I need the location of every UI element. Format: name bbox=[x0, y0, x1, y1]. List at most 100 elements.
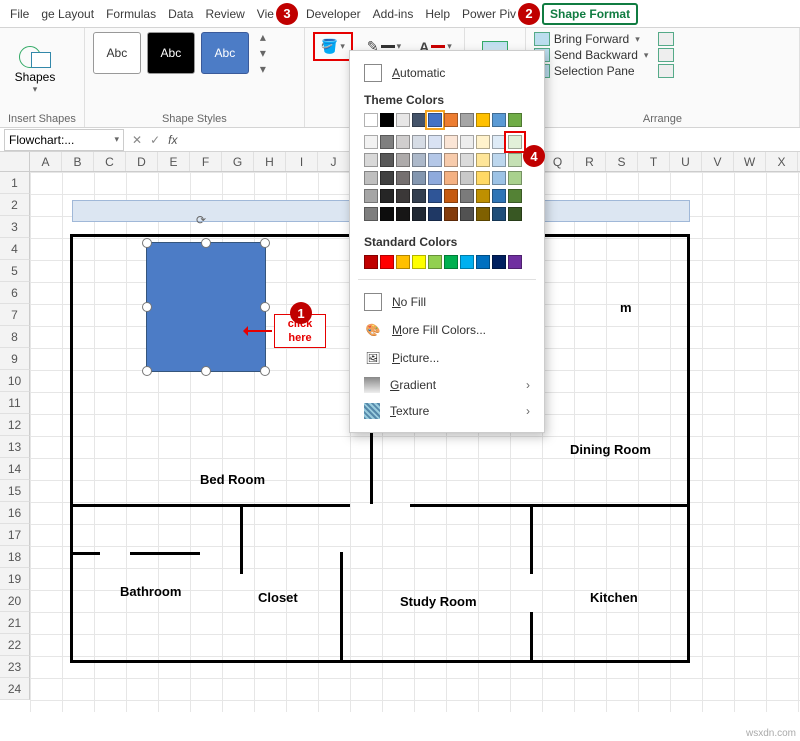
color-swatch[interactable] bbox=[364, 135, 378, 149]
column-header[interactable]: B bbox=[62, 152, 94, 171]
color-swatch[interactable] bbox=[460, 189, 474, 203]
color-swatch[interactable] bbox=[476, 255, 490, 269]
color-swatch[interactable] bbox=[364, 113, 378, 127]
color-swatch[interactable] bbox=[444, 189, 458, 203]
row-header[interactable]: 4 bbox=[0, 238, 30, 260]
color-swatch[interactable] bbox=[460, 207, 474, 221]
bring-forward-button[interactable]: Bring Forward▾ bbox=[534, 32, 649, 46]
color-swatch[interactable] bbox=[364, 171, 378, 185]
row-header[interactable]: 1 bbox=[0, 172, 30, 194]
select-all-corner[interactable] bbox=[0, 152, 30, 171]
column-header[interactable]: E bbox=[158, 152, 190, 171]
row-header[interactable]: 8 bbox=[0, 326, 30, 348]
color-swatch[interactable] bbox=[492, 189, 506, 203]
color-swatch[interactable] bbox=[444, 135, 458, 149]
column-header[interactable]: S bbox=[606, 152, 638, 171]
row-header[interactable]: 9 bbox=[0, 348, 30, 370]
row-header[interactable]: 7 bbox=[0, 304, 30, 326]
color-swatch[interactable] bbox=[396, 171, 410, 185]
color-swatch[interactable] bbox=[508, 189, 522, 203]
color-swatch[interactable] bbox=[492, 207, 506, 221]
color-swatch[interactable] bbox=[460, 113, 474, 127]
tab-view[interactable]: Vie bbox=[251, 3, 274, 25]
color-swatch[interactable] bbox=[508, 207, 522, 221]
texture-fill[interactable]: Texture › bbox=[350, 398, 544, 424]
color-swatch[interactable] bbox=[412, 207, 426, 221]
color-swatch[interactable] bbox=[476, 135, 490, 149]
color-swatch[interactable] bbox=[428, 135, 442, 149]
column-header[interactable]: T bbox=[638, 152, 670, 171]
color-swatch[interactable] bbox=[380, 189, 394, 203]
tab-shape-format[interactable]: Shape Format bbox=[542, 3, 638, 25]
color-swatch[interactable] bbox=[364, 207, 378, 221]
color-swatch[interactable] bbox=[380, 207, 394, 221]
color-swatch[interactable] bbox=[428, 113, 442, 127]
color-swatch[interactable] bbox=[412, 113, 426, 127]
row-header[interactable]: 5 bbox=[0, 260, 30, 282]
tab-developer[interactable]: Developer bbox=[300, 3, 367, 25]
color-swatch[interactable] bbox=[508, 113, 522, 127]
color-swatch[interactable] bbox=[460, 255, 474, 269]
color-swatch[interactable] bbox=[444, 113, 458, 127]
color-swatch[interactable] bbox=[428, 255, 442, 269]
color-swatch[interactable] bbox=[508, 153, 522, 167]
color-swatch[interactable] bbox=[364, 153, 378, 167]
color-swatch[interactable] bbox=[508, 135, 522, 149]
color-swatch[interactable] bbox=[380, 171, 394, 185]
row-header[interactable]: 18 bbox=[0, 546, 30, 568]
color-swatch[interactable] bbox=[492, 171, 506, 185]
color-swatch[interactable] bbox=[412, 189, 426, 203]
row-header[interactable]: 14 bbox=[0, 458, 30, 480]
send-backward-button[interactable]: Send Backward▾ bbox=[534, 48, 649, 62]
shapes-button[interactable]: Shapes ▾ bbox=[8, 32, 62, 104]
color-swatch[interactable] bbox=[428, 207, 442, 221]
row-header[interactable]: 6 bbox=[0, 282, 30, 304]
row-header[interactable]: 12 bbox=[0, 414, 30, 436]
shape-fill-button[interactable]: 🪣 ▾ bbox=[313, 32, 353, 61]
color-swatch[interactable] bbox=[476, 207, 490, 221]
row-header[interactable]: 23 bbox=[0, 656, 30, 678]
color-swatch[interactable] bbox=[492, 113, 506, 127]
no-fill[interactable]: No Fill bbox=[350, 288, 544, 316]
column-header[interactable]: Q bbox=[542, 152, 574, 171]
shape-style-3[interactable]: Abc bbox=[201, 32, 249, 74]
color-swatch[interactable] bbox=[444, 207, 458, 221]
column-header[interactable]: J bbox=[318, 152, 350, 171]
color-swatch[interactable] bbox=[396, 189, 410, 203]
color-swatch[interactable] bbox=[380, 113, 394, 127]
color-swatch[interactable] bbox=[492, 255, 506, 269]
row-header[interactable]: 3 bbox=[0, 216, 30, 238]
color-swatch[interactable] bbox=[396, 113, 410, 127]
row-header[interactable]: 20 bbox=[0, 590, 30, 612]
color-swatch[interactable] bbox=[460, 153, 474, 167]
color-swatch[interactable] bbox=[412, 171, 426, 185]
shape-style-2[interactable]: Abc bbox=[147, 32, 195, 74]
color-swatch[interactable] bbox=[364, 189, 378, 203]
group-icon[interactable] bbox=[658, 48, 674, 62]
color-swatch[interactable] bbox=[428, 153, 442, 167]
name-box[interactable]: Flowchart:... ▾ bbox=[4, 129, 124, 151]
cancel-icon[interactable]: ✕ bbox=[132, 133, 142, 147]
column-header[interactable]: X bbox=[766, 152, 798, 171]
color-swatch[interactable] bbox=[444, 171, 458, 185]
align-icon[interactable] bbox=[658, 32, 674, 46]
color-swatch[interactable] bbox=[508, 171, 522, 185]
shape-style-1[interactable]: Abc bbox=[93, 32, 141, 74]
tab-addins[interactable]: Add-ins bbox=[367, 3, 420, 25]
column-header[interactable]: C bbox=[94, 152, 126, 171]
more-fill-colors[interactable]: 🎨 More Fill Colors... bbox=[350, 316, 544, 344]
tab-data[interactable]: Data bbox=[162, 3, 199, 25]
column-header[interactable]: W bbox=[734, 152, 766, 171]
color-swatch[interactable] bbox=[492, 135, 506, 149]
color-swatch[interactable] bbox=[412, 135, 426, 149]
color-swatch[interactable] bbox=[396, 255, 410, 269]
tab-review[interactable]: Review bbox=[199, 3, 250, 25]
column-header[interactable]: H bbox=[254, 152, 286, 171]
color-swatch[interactable] bbox=[492, 153, 506, 167]
gradient-fill[interactable]: Gradient › bbox=[350, 372, 544, 398]
color-swatch[interactable] bbox=[396, 153, 410, 167]
color-swatch[interactable] bbox=[428, 171, 442, 185]
column-header[interactable]: I bbox=[286, 152, 318, 171]
rotate-icon[interactable] bbox=[658, 64, 674, 78]
row-header[interactable]: 24 bbox=[0, 678, 30, 700]
